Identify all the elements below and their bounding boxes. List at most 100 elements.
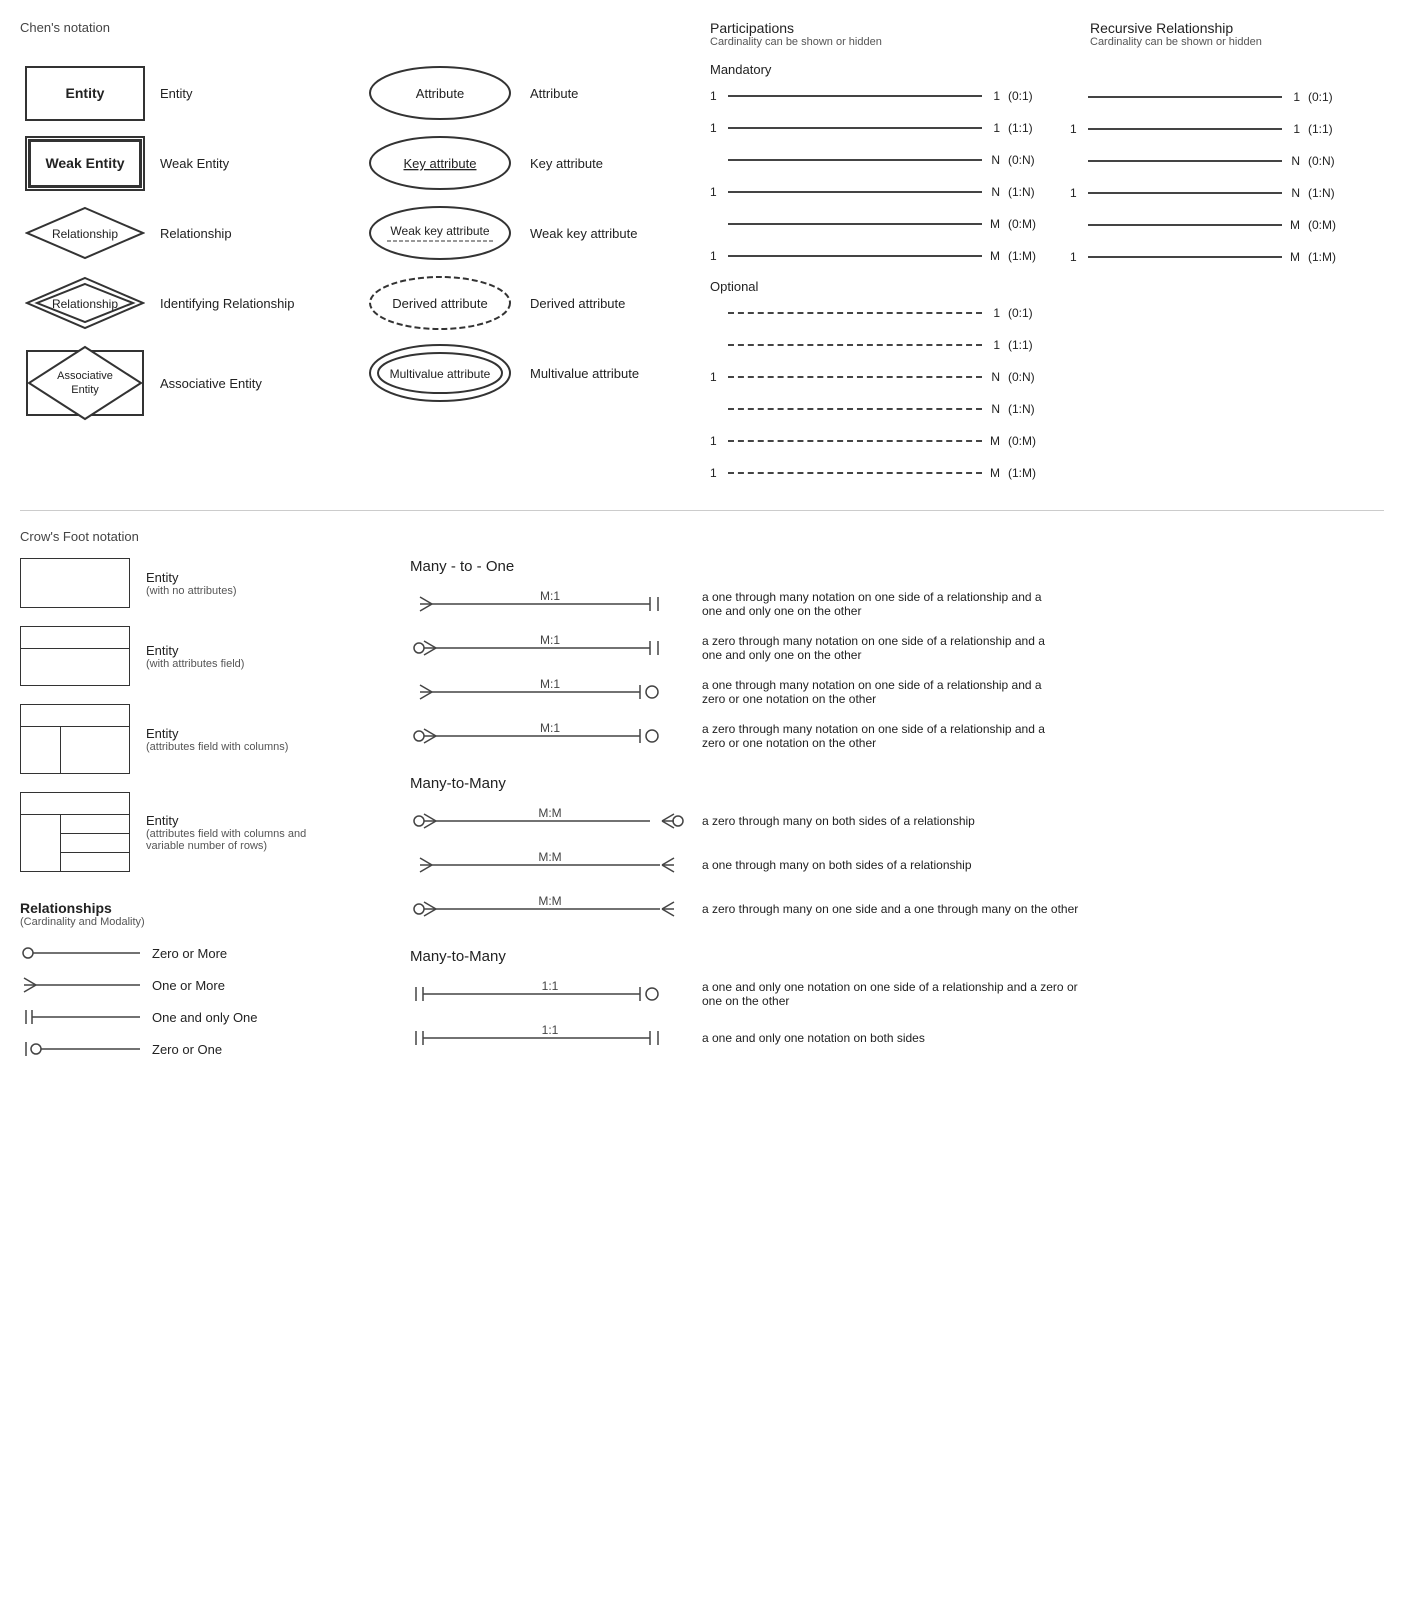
key-attribute-row: Key attribute Key attribute bbox=[360, 128, 700, 198]
weak-entity-box: Weak Entity bbox=[25, 136, 145, 191]
m2o-row-3: M:1 a one through many notation on one s… bbox=[410, 677, 1384, 707]
participation-optional-1-N: N (1:N) bbox=[710, 396, 1050, 422]
cf-one-only-label: One and only One bbox=[152, 1010, 258, 1025]
cf-entity-attrs-shape bbox=[20, 626, 130, 686]
many-to-many-title1: Many-to-Many bbox=[410, 775, 1384, 792]
svg-text:Relationship: Relationship bbox=[52, 227, 118, 241]
cf-entity-cols-row: Entity (attributes field with columns) bbox=[20, 704, 380, 774]
assoc-entity-row: Associative Entity Associative Entity bbox=[20, 338, 360, 428]
svg-text:Key attribute: Key attribute bbox=[404, 156, 477, 171]
participations-subtitle: Cardinality can be shown or hidden bbox=[710, 36, 1070, 48]
key-attribute-text-label: Key attribute bbox=[530, 156, 603, 171]
relationship-row: Relationship Relationship bbox=[20, 198, 360, 268]
cf-one-only-row: One and only One bbox=[20, 1006, 380, 1028]
cf-entity-cols-shape bbox=[20, 704, 130, 774]
chens-title: Chen's notation bbox=[20, 20, 360, 35]
participation-mandatory-0-N: N (0:N) bbox=[710, 147, 1050, 173]
derived-attribute-row: Derived attribute Derived attribute bbox=[360, 268, 700, 338]
participation-optional-1-1: 1 (1:1) bbox=[710, 332, 1050, 358]
cf-entity-var-row: Entity (attributes field with columns an… bbox=[20, 792, 380, 872]
m2o-desc-2: a zero through many notation on one side… bbox=[702, 634, 1062, 662]
svg-text:Derived attribute: Derived attribute bbox=[392, 296, 487, 311]
cf-entity-simple-sublabel: (with no attributes) bbox=[146, 585, 236, 597]
svg-text:M:M: M:M bbox=[538, 850, 561, 864]
svg-text:M:M: M:M bbox=[538, 806, 561, 820]
m2m-row-2: M:M a one through many on both sides of … bbox=[410, 850, 1384, 880]
recursive-col: 1 (0:1) 1 1 (1:1) N (0:N) 1 N (1:N) M (0… bbox=[1070, 58, 1350, 276]
m2o-row-1: M:1 a one through many notation on one s… bbox=[410, 589, 1384, 619]
svg-text:1:1: 1:1 bbox=[542, 979, 559, 993]
attribute-row: Attribute Attribute bbox=[360, 58, 700, 128]
m2o-row-2: M:1 a zero through many notation on one … bbox=[410, 633, 1384, 663]
one-to-one-desc-2: a one and only one notation on both side… bbox=[702, 1031, 925, 1045]
identifying-relationship-diamond: Relationship bbox=[25, 276, 145, 331]
derived-attribute-text-label: Derived attribute bbox=[530, 296, 625, 311]
many-to-one-title: Many - to - One bbox=[410, 558, 1384, 575]
cf-zero-or-more-label: Zero or More bbox=[152, 946, 227, 961]
multivalue-attribute-text-label: Multivalue attribute bbox=[530, 366, 639, 381]
svg-text:Associative: Associative bbox=[57, 370, 113, 382]
svg-text:1:1: 1:1 bbox=[542, 1023, 559, 1037]
recursive-title: Recursive Relationship bbox=[1090, 20, 1262, 36]
participation-mandatory-0-1: 1 1 (0:1) bbox=[710, 83, 1050, 109]
attribute-text-label: Attribute bbox=[530, 86, 578, 101]
entity-text-label: Entity bbox=[160, 86, 280, 101]
svg-text:M:1: M:1 bbox=[540, 677, 560, 691]
crows-title: Crow's Foot notation bbox=[20, 529, 1384, 544]
cf-entity-attrs-label: Entity bbox=[146, 643, 244, 658]
weak-entity-text-label: Weak Entity bbox=[160, 156, 280, 171]
participation-optional-1-M: 1 M (1:M) bbox=[710, 460, 1050, 486]
weak-entity-row: Weak Entity Weak Entity bbox=[20, 128, 360, 198]
chen-attributes-col: Attribute Attribute Key attribute Key at… bbox=[360, 58, 700, 408]
m2o-desc-3: a one through many notation on one side … bbox=[702, 678, 1062, 706]
cf-entity-simple-label: Entity bbox=[146, 570, 236, 585]
weak-entity-label: Weak Entity bbox=[45, 155, 124, 171]
many-to-many-title2: Many-to-Many bbox=[410, 948, 1384, 965]
multivalue-attribute-row: Multivalue attribute Multivalue attribut… bbox=[360, 338, 700, 408]
cf-entity-simple-shape bbox=[20, 558, 130, 608]
cf-entity-var-shape bbox=[20, 792, 130, 872]
participation-optional-0-1: 1 (0:1) bbox=[710, 300, 1050, 326]
m2o-desc-1: a one through many notation on one side … bbox=[702, 590, 1062, 618]
svg-text:M:1: M:1 bbox=[540, 589, 560, 603]
participation-mandatory-0-M: M (0:M) bbox=[710, 211, 1050, 237]
cf-zero-or-one-label: Zero or One bbox=[152, 1042, 222, 1057]
page: { "chens_title": "Chen's notation", "par… bbox=[0, 0, 1404, 1087]
cf-zero-or-more-row: Zero or More bbox=[20, 942, 380, 964]
one-to-one-desc-1: a one and only one notation on one side … bbox=[702, 980, 1082, 1008]
svg-text:M:1: M:1 bbox=[540, 721, 560, 735]
cf-entity-attrs-row: Entity (with attributes field) bbox=[20, 626, 380, 686]
assoc-entity-shape: Associative Entity bbox=[25, 343, 145, 423]
participations-title: Participations bbox=[710, 20, 1070, 36]
participation-mandatory-1-M: 1 M (1:M) bbox=[710, 243, 1050, 269]
cf-entity-var-sublabel: (attributes field with columns andvariab… bbox=[146, 828, 306, 852]
svg-text:M:1: M:1 bbox=[540, 633, 560, 647]
cf-entity-var-label: Entity bbox=[146, 813, 306, 828]
participations-col: Mandatory 1 1 (0:1) 1 1 (1:1) N (0:N) 1 … bbox=[710, 58, 1050, 492]
svg-text:Attribute: Attribute bbox=[416, 86, 464, 101]
relationships-section-label: Relationships (Cardinality and Modality) bbox=[20, 900, 380, 928]
svg-text:Entity: Entity bbox=[71, 384, 99, 396]
entity-label: Entity bbox=[66, 85, 105, 101]
svg-text:Weak key attribute: Weak key attribute bbox=[390, 224, 489, 238]
cf-one-or-more-row: One or More bbox=[20, 974, 380, 996]
participation-mandatory-1-N: 1 N (1:N) bbox=[710, 179, 1050, 205]
optional-label: Optional bbox=[710, 279, 1050, 294]
m2m-desc-1: a zero through many on both sides of a r… bbox=[702, 814, 975, 828]
identifying-relationship-text-label: Identifying Relationship bbox=[160, 296, 294, 311]
mandatory-label: Mandatory bbox=[710, 62, 1050, 77]
m2m-row-1: M:M a zero through many on both sides of… bbox=[410, 806, 1384, 836]
weak-key-attribute-row: Weak key attribute Weak key attribute bbox=[360, 198, 700, 268]
entity-box: Entity bbox=[25, 66, 145, 121]
m2o-desc-4: a zero through many notation on one side… bbox=[702, 722, 1062, 750]
participation-optional-0-M: 1 M (0:M) bbox=[710, 428, 1050, 454]
m2m-desc-2: a one through many on both sides of a re… bbox=[702, 858, 972, 872]
m2m-desc-3: a zero through many on one side and a on… bbox=[702, 902, 1078, 916]
one-to-one-row-2: 1:1 a one and only one notation on both … bbox=[410, 1023, 1384, 1053]
recursive-subtitle: Cardinality can be shown or hidden bbox=[1090, 36, 1262, 48]
cf-zero-or-one-row: Zero or One bbox=[20, 1038, 380, 1060]
svg-text:M:M: M:M bbox=[538, 894, 561, 908]
m2o-row-4: M:1 a zero through many notation on one … bbox=[410, 721, 1384, 751]
identifying-relationship-row: Relationship Identifying Relationship bbox=[20, 268, 360, 338]
relationship-text-label: Relationship bbox=[160, 226, 280, 241]
